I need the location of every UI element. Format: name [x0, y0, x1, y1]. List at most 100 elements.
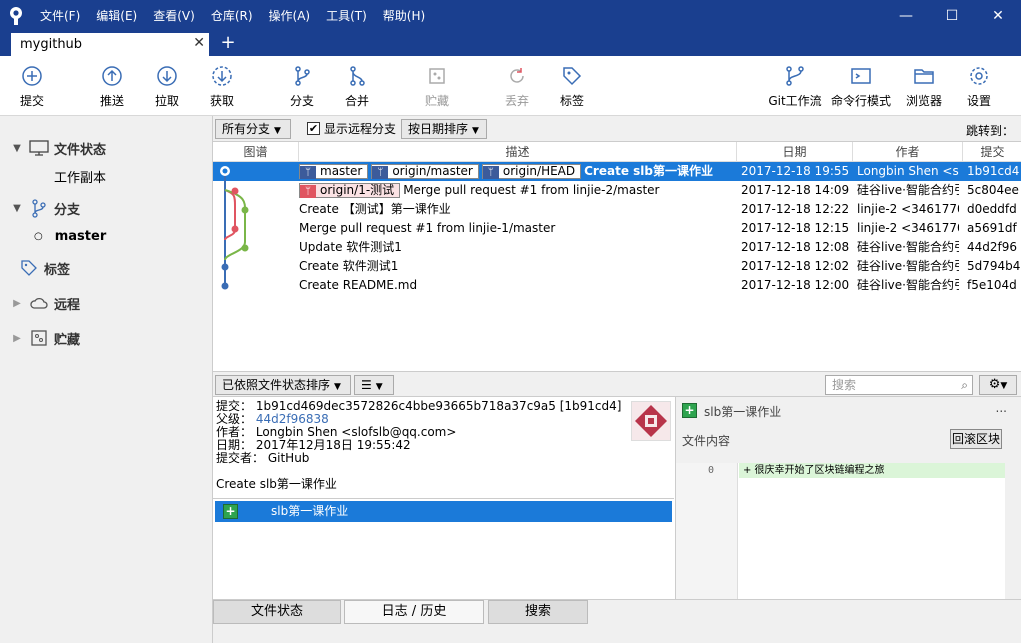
branch-button[interactable]: 分支: [274, 64, 330, 112]
branch-icon: ᛘ: [372, 166, 389, 179]
maximize-button[interactable]: ☐: [929, 0, 975, 32]
tab-search[interactable]: 搜索: [488, 600, 588, 624]
branch-icon: [28, 198, 50, 218]
branch-icon: ᛘ: [300, 185, 316, 198]
stash-box-icon: [28, 328, 50, 348]
tab-log-history[interactable]: 日志 / 历史: [344, 600, 484, 624]
commit-date: 2017-12-18 12:02: [741, 259, 850, 273]
sidebar-remotes[interactable]: ▶ 远程: [0, 292, 80, 314]
close-tab-icon[interactable]: ✕: [193, 35, 205, 51]
repo-tab-bar: mygithub ✕ +: [0, 32, 1021, 56]
tab-file-status[interactable]: 文件状态: [213, 600, 341, 624]
all-branches-dropdown[interactable]: 所有分支 ▼: [215, 119, 291, 139]
diff-gutter: [676, 463, 738, 599]
close-window-button[interactable]: ✕: [975, 0, 1021, 32]
commit-hash: 44d2f96: [967, 240, 1018, 254]
commit-button[interactable]: 提交: [4, 64, 60, 112]
more-options-icon[interactable]: ...: [996, 401, 1007, 415]
explorer-button[interactable]: 浏览器: [896, 64, 952, 112]
ref-label: origin/1-测试: [320, 183, 395, 197]
cloud-icon: [28, 293, 50, 313]
commit-message: Create 【测试】第一课作业: [299, 202, 451, 216]
diff-file-name: slb第一课作业: [704, 405, 782, 419]
commit-row[interactable]: Merge pull request #1 from linjie-1/mast…: [213, 219, 1021, 238]
diff-added-line: + 很庆幸开始了区块链编程之旅: [739, 463, 1005, 478]
menu-repository[interactable]: 仓库(R): [203, 0, 261, 32]
merge-button[interactable]: 合并: [329, 64, 385, 112]
minimize-button[interactable]: —: [883, 0, 929, 32]
terminal-button[interactable]: 命令行模式: [828, 64, 894, 112]
search-input[interactable]: 搜索 ⌕: [825, 375, 973, 395]
sidebar-tags[interactable]: 标签: [14, 257, 70, 279]
fetch-download-icon: [212, 66, 232, 86]
commit-row[interactable]: ᛘ origin/1-测试 Merge pull request #1 from l…: [213, 181, 1021, 200]
new-tab-button[interactable]: +: [218, 32, 238, 56]
push-button[interactable]: 推送: [84, 64, 140, 112]
menu-tools[interactable]: 工具(T): [318, 0, 375, 32]
menu-help[interactable]: 帮助(H): [375, 0, 433, 32]
chevron-right-icon[interactable]: ▶: [10, 333, 24, 344]
repo-tab-label: mygithub: [20, 37, 83, 52]
sidebar-working-copy[interactable]: 工作副本: [54, 165, 106, 187]
stash-label: 贮藏: [424, 94, 449, 108]
tag-label: 标签: [559, 94, 584, 108]
column-description[interactable]: 描述: [299, 142, 737, 162]
merge-icon: [350, 66, 365, 86]
sidebar-branch-master[interactable]: ○ master: [34, 225, 106, 247]
branch-label: 分支: [289, 94, 314, 108]
menu-file[interactable]: 文件(F): [32, 0, 88, 32]
column-commit[interactable]: 提交: [963, 142, 1021, 162]
commit-row[interactable]: Create 【测试】第一课作业 2017-12-18 12:22 linjie…: [213, 200, 1021, 219]
rollback-hunk-button[interactable]: 回滚区块: [950, 429, 1002, 449]
sidebar-stashes[interactable]: ▶ 贮藏: [0, 327, 80, 349]
parent-link[interactable]: 44d2f96838: [256, 412, 329, 426]
commit-date: 2017-12-18 12:08: [741, 240, 850, 254]
commit-message: Create README.md: [299, 278, 418, 292]
show-remote-branches-checkbox[interactable]: ✔ 显示远程分支: [307, 120, 396, 137]
sort-by-date-dropdown[interactable]: 按日期排序 ▼: [401, 119, 487, 139]
file-row[interactable]: + slb第一课作业: [215, 501, 672, 522]
chevron-down-icon[interactable]: ▼: [10, 203, 24, 214]
sidebar-file-status[interactable]: ▼ 文件状态: [0, 137, 106, 159]
options-gear-dropdown[interactable]: ⚙▼: [979, 375, 1017, 395]
repo-tab-mygithub[interactable]: mygithub ✕: [11, 33, 209, 56]
fetch-button[interactable]: 获取: [194, 64, 250, 112]
git-flow-button[interactable]: Git工作流: [762, 64, 828, 112]
commit-author: 硅谷live·智能合约引: [857, 240, 959, 254]
commit-row[interactable]: Create 软件测试1 2017-12-18 12:02 硅谷live·智能合…: [213, 257, 1021, 276]
sidebar-branches[interactable]: ▼ 分支: [0, 197, 80, 219]
sort-file-status-dropdown[interactable]: 已依照文件状态排序 ▼: [215, 375, 351, 395]
file-content-label: 文件内容: [682, 434, 731, 448]
view-mode-dropdown[interactable]: ☰ ▼: [354, 375, 394, 395]
list-view-icon: ☰: [361, 378, 372, 392]
chevron-down-icon[interactable]: ▼: [10, 143, 24, 154]
column-date[interactable]: 日期: [737, 142, 853, 162]
commit-label: 提交: [19, 94, 44, 108]
discard-button[interactable]: 丢弃: [489, 64, 545, 112]
column-author[interactable]: 作者: [853, 142, 963, 162]
column-graph[interactable]: 图谱: [213, 142, 299, 162]
pull-button[interactable]: 拉取: [139, 64, 195, 112]
committer-value: GitHub: [267, 451, 310, 465]
commit-hash: a5691df: [967, 221, 1017, 235]
diff-pane: + slb第一课作业 ... 文件内容 回滚区块 0 + 很庆幸开始了区块链编程…: [675, 397, 1021, 599]
chevron-right-icon[interactable]: ▶: [10, 298, 24, 309]
commit-row[interactable]: Update 软件测试1 2017-12-18 12:08 硅谷live·智能合…: [213, 238, 1021, 257]
commit-row[interactable]: Create README.md 2017-12-18 12:00 硅谷live…: [213, 276, 1021, 295]
commit-hash: f5e104d: [967, 278, 1017, 292]
ref-tag-origin-head: ᛘ origin/HEAD: [481, 164, 582, 179]
commit-date: 2017-12-18 12:00: [741, 278, 850, 292]
diff-file-header: + slb第一课作业 ...: [676, 397, 1021, 423]
stash-button[interactable]: 贮藏: [409, 64, 465, 112]
commit-row[interactable]: ᛘ master ᛘ origin/master ᛘ origin/HEAD Create …: [213, 162, 1021, 181]
branch-icon: ᛘ: [300, 166, 316, 179]
settings-label: 设置: [966, 94, 991, 108]
ref-tag-origin-1-test: ᛘ origin/1-测试: [299, 183, 401, 198]
commit-date: 2017-12-18 12:15: [741, 221, 850, 235]
tag-button[interactable]: 标签: [544, 64, 600, 112]
parent-label: 父级：: [216, 412, 253, 426]
menu-view[interactable]: 查看(V): [145, 0, 203, 32]
menu-actions[interactable]: 操作(A): [261, 0, 319, 32]
settings-button[interactable]: 设置: [951, 64, 1007, 112]
menu-edit[interactable]: 编辑(E): [88, 0, 145, 32]
